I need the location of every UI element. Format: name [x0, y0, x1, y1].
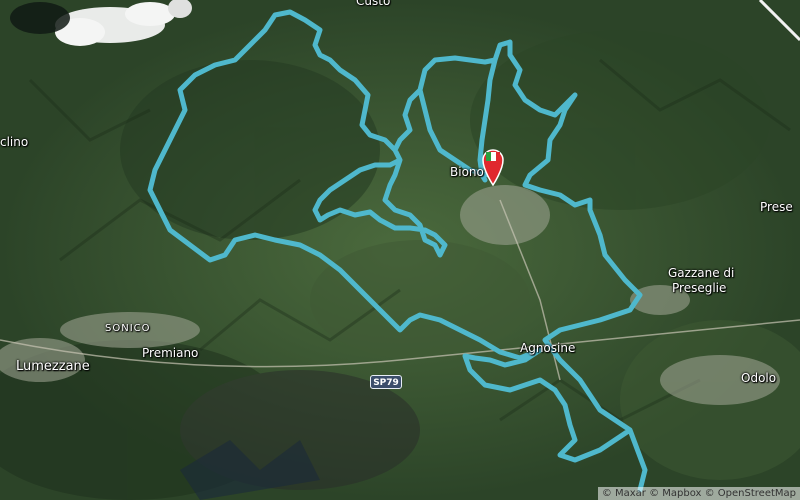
place-label-custo: Custo	[356, 0, 391, 8]
map-view[interactable]: Custo clino Biono Prese Gazzane di Prese…	[0, 0, 800, 500]
place-label-odolo: Odolo	[741, 371, 777, 385]
satellite-terrain	[0, 0, 800, 500]
place-label-lumezzane: Lumezzane	[16, 359, 90, 374]
place-label-presegno: Prese	[760, 200, 793, 214]
place-label-cinclino: clino	[0, 135, 29, 149]
place-label-sonico: SONICO	[105, 323, 151, 334]
road-shield-sp79: SP79	[370, 375, 402, 389]
place-label-premiano: Premiano	[142, 346, 199, 360]
place-label-biono: Biono	[450, 165, 484, 179]
start-finish-marker-icon[interactable]	[481, 148, 505, 186]
place-label-gazzane-line1: Gazzane di	[668, 266, 735, 280]
map-attribution[interactable]: © Maxar © Mapbox © OpenStreetMap	[597, 487, 800, 500]
place-label-agnosine: Agnosine	[520, 341, 576, 355]
place-label-gazzane-line2: Preseglie	[672, 281, 727, 295]
